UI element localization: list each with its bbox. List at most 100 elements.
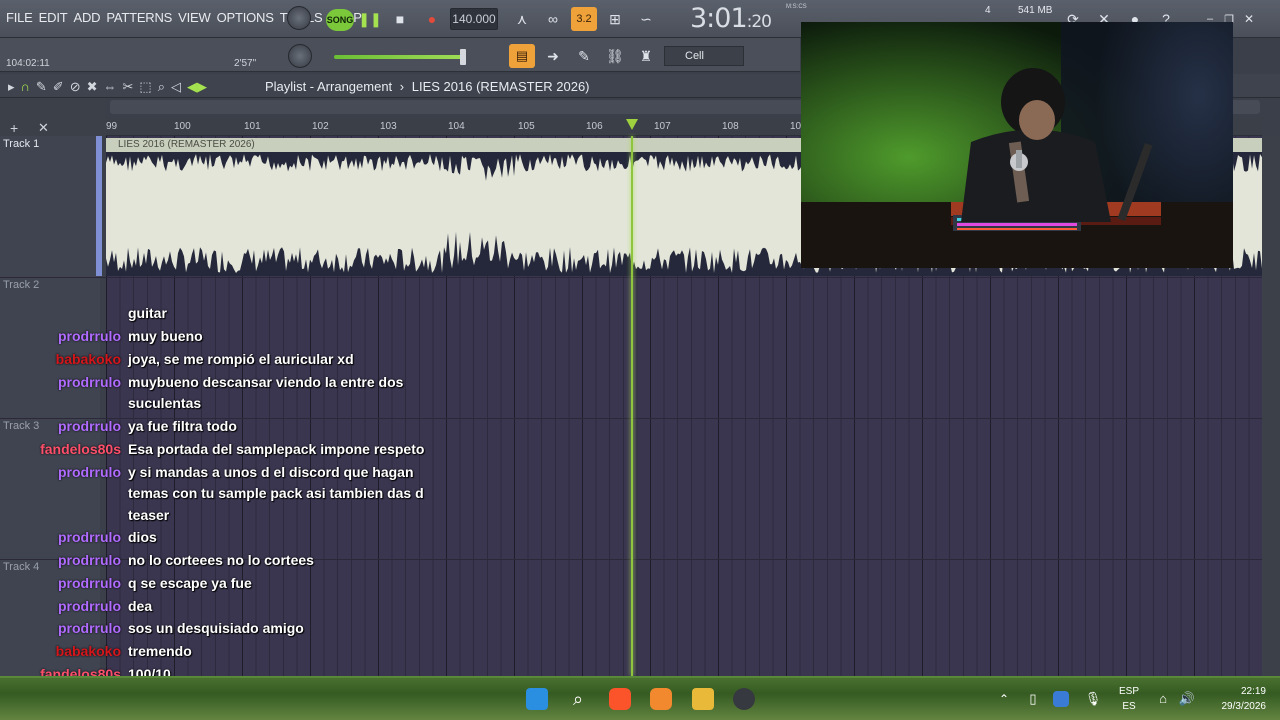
chat-message: Esa portada del samplepack impone respet… — [128, 441, 425, 457]
track-4-label[interactable]: Track 4 — [3, 561, 39, 573]
chat-message: muy bueno — [128, 328, 203, 344]
chat-message: ya fue filtra todo — [128, 418, 237, 434]
snap-select[interactable]: Cell — [664, 46, 744, 66]
plugin-icon[interactable]: ♜ — [633, 44, 659, 68]
arrow-right-icon[interactable]: ➜ — [540, 44, 566, 68]
fl-studio-window: FILE EDIT ADD PATTERNS VIEW OPTIONS TOOL… — [0, 0, 1280, 720]
ruler-bar-label: 99 — [106, 121, 118, 132]
language-indicator[interactable]: ESP ES — [1119, 684, 1139, 714]
countdown-icon[interactable]: 3.2 — [571, 7, 597, 31]
ruler-bar-label: 108 — [722, 121, 739, 132]
time-small: :20 — [746, 12, 772, 32]
chat-message: muybueno descansar viendo la entre dos — [128, 374, 404, 390]
pencil-icon[interactable]: ✎ — [571, 44, 597, 68]
ruler-bar-label: 10 — [790, 121, 802, 132]
loop-record-icon[interactable]: ∽ — [633, 7, 659, 31]
hint-length: 2'57" — [234, 58, 257, 69]
record-button[interactable]: ● — [419, 7, 445, 31]
chat-message: joya, se me rompió el auricular xd — [128, 351, 354, 367]
playhead-line — [631, 136, 633, 676]
track-1-label[interactable]: Track 1 — [3, 138, 39, 150]
obs-icon[interactable] — [733, 688, 755, 710]
master-volume-handle[interactable] — [460, 49, 466, 65]
zoom-tool-icon[interactable]: ⌕ — [158, 79, 165, 95]
ruler-bar-label: 102 — [312, 121, 329, 132]
ruler-bar-label: 104 — [448, 121, 465, 132]
playback-tool-icon[interactable]: ◁ — [171, 79, 181, 95]
chat-username: babakoko — [55, 351, 121, 367]
close-icon[interactable]: ✕ — [1236, 7, 1262, 31]
track-headers: Track 1 Track 2 Track 3 Track 4 — [0, 136, 102, 676]
mute-tool-icon[interactable]: ✖ — [87, 79, 98, 95]
file-explorer-icon[interactable] — [692, 688, 714, 710]
add-track-icon[interactable]: + — [10, 120, 18, 136]
slice-tool-icon[interactable]: ✂ — [123, 79, 134, 95]
menu-options[interactable]: OPTIONS — [217, 10, 274, 25]
chat-username: prodrrulo — [58, 374, 121, 390]
play-pause-button[interactable]: ❚❚ — [357, 7, 383, 31]
ruler-bar-label: 101 — [244, 121, 261, 132]
chat-username: prodrrulo — [58, 552, 121, 568]
master-pitch-knob[interactable] — [288, 44, 312, 68]
slip-tool-icon[interactable]: ⇔ — [104, 79, 117, 95]
time-mode-label: M:S:CS — [786, 4, 807, 10]
chat-username: prodrrulo — [58, 575, 121, 591]
delete-tool-icon[interactable]: ⊘ — [70, 79, 81, 95]
chat-username: prodrrulo — [58, 598, 121, 614]
chat-username: prodrrulo — [58, 529, 121, 545]
track-2-label[interactable]: Track 2 — [3, 279, 39, 291]
tempo-display[interactable]: 140.000 — [450, 8, 498, 30]
master-volume-slider[interactable] — [334, 55, 464, 59]
arrangement-name[interactable]: LIES 2016 (REMASTER 2026) — [412, 79, 590, 94]
song-mode-toggle[interactable]: SONG — [326, 9, 354, 31]
time-main: 3:01 — [690, 3, 748, 34]
fl-studio-icon[interactable] — [650, 688, 672, 710]
network-icon[interactable]: ⌂ — [1152, 688, 1174, 710]
song-position-display: 3:01:20 — [690, 3, 772, 34]
tray-clock[interactable]: 22:19 29/3/2026 — [1222, 684, 1267, 714]
language-top: ESP — [1119, 686, 1140, 697]
select-tool-icon[interactable]: ⬚ — [139, 79, 151, 95]
step-edit-icon[interactable]: ⊞ — [602, 7, 628, 31]
chat-message: suculentas — [128, 395, 202, 411]
draw-tool-icon[interactable]: ✎ — [36, 79, 47, 95]
tray-chevron-icon[interactable]: ⌃ — [993, 688, 1015, 710]
ruler-bar-label: 103 — [380, 121, 397, 132]
magnet-icon[interactable]: ∩ — [21, 79, 30, 95]
webcam-overlay — [801, 22, 1233, 268]
paint-tool-icon[interactable]: ✐ — [53, 79, 64, 95]
pattern-icon[interactable]: ▤ — [509, 44, 535, 68]
vertical-scrollbar[interactable] — [1262, 136, 1280, 676]
language-bottom: ES — [1122, 701, 1136, 712]
chat-message: sos un desquisiado amigo — [128, 620, 304, 636]
chat-username: babakoko — [55, 643, 121, 659]
menu-edit[interactable]: EDIT — [39, 10, 68, 25]
usb-icon[interactable]: ▯ — [1022, 688, 1044, 710]
chat-username: prodrrulo — [58, 328, 121, 344]
menu-add[interactable]: ADD — [73, 10, 100, 25]
stop-button[interactable]: ■ — [387, 7, 413, 31]
menu-view[interactable]: VIEW — [178, 10, 211, 25]
remove-track-icon[interactable]: ✕ — [38, 120, 49, 136]
menu-patterns[interactable]: PATTERNS — [106, 10, 172, 25]
start-icon[interactable] — [526, 688, 548, 710]
chat-message: no lo corteees no lo cortees — [128, 552, 314, 568]
brave-icon[interactable] — [609, 688, 631, 710]
menu-file[interactable]: FILE — [6, 10, 33, 25]
chat-username: prodrrulo — [58, 418, 121, 434]
arrange-arrows-icon[interactable]: ◀▶ — [187, 79, 207, 95]
chat-username: prodrrulo — [58, 620, 121, 636]
master-volume-knob[interactable] — [287, 6, 311, 30]
wait-input-icon[interactable]: ∞ — [540, 7, 566, 31]
track-3-label[interactable]: Track 3 — [3, 420, 39, 432]
playlist-toolbar: ▸ ∩ ✎ ✐ ⊘ ✖ ⇔ ✂ ⬚ ⌕ ◁ ◀▶ — [8, 79, 207, 95]
link-icon[interactable]: ⛓ — [602, 44, 628, 68]
metronome-icon[interactable]: ⋏ — [509, 7, 535, 31]
volume-icon[interactable]: 🔊 — [1176, 688, 1198, 710]
tray-app-icon[interactable] — [1053, 691, 1069, 707]
clock-date: 29/3/2026 — [1221, 701, 1267, 712]
playhead-marker[interactable] — [626, 119, 638, 130]
search-icon[interactable]: ⌕ — [567, 688, 589, 710]
playlist-menu-arrow-icon[interactable]: ▸ — [8, 79, 15, 95]
mic-tray-icon[interactable]: 🎙 — [1082, 688, 1104, 710]
